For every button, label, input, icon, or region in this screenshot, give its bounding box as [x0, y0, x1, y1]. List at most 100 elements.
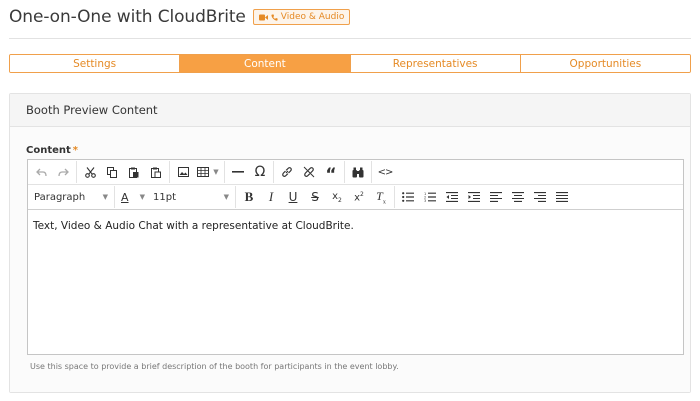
align-justify-button[interactable]	[551, 187, 573, 207]
chevron-down-icon: ▼	[102, 193, 108, 201]
header-divider	[9, 38, 691, 39]
copy-button[interactable]	[101, 162, 123, 182]
cut-button[interactable]	[79, 162, 101, 182]
chevron-down-icon: ▼	[139, 193, 145, 201]
find-replace-button[interactable]	[347, 162, 369, 182]
unlink-icon	[303, 166, 315, 178]
binoculars-icon	[352, 167, 364, 177]
toolbar-separator	[344, 161, 345, 183]
toolbar-row-1: ▼ Ω “ <>	[28, 160, 683, 184]
strikethrough-icon: S	[311, 190, 319, 204]
underline-button[interactable]: U	[282, 187, 304, 207]
horizontal-line-button[interactable]	[227, 162, 249, 182]
required-asterisk: *	[72, 145, 79, 156]
paste-button[interactable]	[123, 162, 145, 182]
toolbar-separator	[394, 186, 395, 208]
rich-text-editor: ▼ Ω “ <> Paragraph ▼ A ▼ 11pt ▼ B I U S …	[27, 159, 684, 355]
table-icon	[197, 167, 210, 177]
copy-icon	[106, 166, 117, 178]
insert-image-button[interactable]	[172, 162, 194, 182]
page-header: One-on-One with CloudBrite Video & Audio	[9, 6, 351, 28]
align-justify-icon	[556, 192, 568, 202]
format-select-value: Paragraph	[34, 191, 86, 203]
indent-button[interactable]	[463, 187, 485, 207]
badge-label: Video & Audio	[280, 12, 345, 22]
bold-icon: B	[244, 189, 254, 204]
italic-button[interactable]: I	[260, 187, 282, 207]
underline-icon: U	[288, 190, 298, 204]
page-title: One-on-One with CloudBrite	[9, 7, 246, 27]
editor-content-area[interactable]: Text, Video & Audio Chat with a represen…	[28, 210, 683, 242]
numbered-list-icon: 123	[424, 192, 436, 202]
quote-icon: “	[325, 165, 337, 185]
chevron-down-icon: ▼	[213, 168, 219, 176]
phone-icon	[271, 13, 278, 21]
tab-settings[interactable]: Settings	[10, 55, 181, 72]
outdent-icon	[446, 192, 458, 202]
font-color-icon: A	[121, 190, 129, 204]
svg-text:3: 3	[424, 199, 426, 202]
content-label-text: Content	[26, 145, 71, 156]
align-right-button[interactable]	[529, 187, 551, 207]
undo-icon	[35, 168, 47, 176]
content-help-text: Use this space to provide a brief descri…	[30, 362, 399, 371]
panel-title: Booth Preview Content	[26, 103, 158, 117]
outdent-button[interactable]	[441, 187, 463, 207]
font-size-select[interactable]: 11pt ▼	[149, 187, 233, 207]
video-camera-icon	[258, 14, 268, 20]
subscript-button[interactable]: x2	[326, 187, 348, 207]
subscript-icon: x2	[332, 190, 342, 204]
align-left-icon	[490, 192, 502, 202]
toolbar-separator	[273, 161, 274, 183]
insert-link-button[interactable]	[276, 162, 298, 182]
toolbar-separator	[235, 186, 236, 208]
link-icon	[282, 167, 292, 177]
unlink-button[interactable]	[298, 162, 320, 182]
clipboard-icon	[129, 167, 139, 178]
undo-button[interactable]	[30, 162, 52, 182]
toolbar-separator	[169, 161, 170, 183]
font-color-button[interactable]: A ▼	[117, 187, 149, 207]
clear-format-icon: Tx	[376, 188, 386, 206]
align-left-button[interactable]	[485, 187, 507, 207]
bullet-list-button[interactable]	[397, 187, 419, 207]
redo-button[interactable]	[52, 162, 74, 182]
paste-text-icon	[151, 167, 161, 178]
panel-header: Booth Preview Content	[10, 94, 690, 127]
font-size-value: 11pt	[153, 191, 176, 203]
content-field-label: Content *	[26, 145, 78, 156]
numbered-list-button[interactable]: 123	[419, 187, 441, 207]
align-right-icon	[534, 192, 546, 202]
tab-content[interactable]: Content	[180, 55, 351, 72]
chevron-down-icon: ▼	[223, 193, 229, 201]
clear-formatting-button[interactable]: Tx	[370, 187, 392, 207]
paste-text-button[interactable]	[145, 162, 167, 182]
bullet-list-icon	[402, 192, 414, 202]
source-code-button[interactable]: <>	[374, 162, 396, 182]
horizontal-line-icon	[232, 171, 244, 173]
italic-icon: I	[268, 189, 274, 204]
indent-icon	[468, 192, 480, 202]
superscript-icon: x2	[354, 190, 364, 204]
insert-table-button[interactable]: ▼	[194, 162, 222, 182]
editor-toolbar: ▼ Ω “ <> Paragraph ▼ A ▼ 11pt ▼ B I U S …	[28, 160, 683, 210]
redo-icon	[57, 168, 69, 176]
superscript-button[interactable]: x2	[348, 187, 370, 207]
toolbar-separator	[76, 161, 77, 183]
bold-button[interactable]: B	[238, 187, 260, 207]
image-icon	[177, 167, 189, 177]
strikethrough-button[interactable]: S	[304, 187, 326, 207]
align-center-icon	[512, 192, 524, 202]
format-select[interactable]: Paragraph ▼	[30, 187, 112, 207]
toolbar-row-2: Paragraph ▼ A ▼ 11pt ▼ B I U S x2 x2 Tx 123	[28, 184, 683, 209]
tab-representatives[interactable]: Representatives	[350, 55, 521, 72]
scissors-icon	[84, 166, 96, 178]
align-center-button[interactable]	[507, 187, 529, 207]
booth-preview-panel: Booth Preview Content Content * ▼ Ω “ <>…	[9, 93, 691, 393]
tab-opportunities[interactable]: Opportunities	[520, 55, 690, 72]
code-icon: <>	[377, 166, 394, 178]
blockquote-button[interactable]: “	[320, 162, 342, 185]
special-character-button[interactable]: Ω	[249, 162, 271, 182]
session-type-badge: Video & Audio	[252, 9, 351, 25]
toolbar-separator	[371, 161, 372, 183]
